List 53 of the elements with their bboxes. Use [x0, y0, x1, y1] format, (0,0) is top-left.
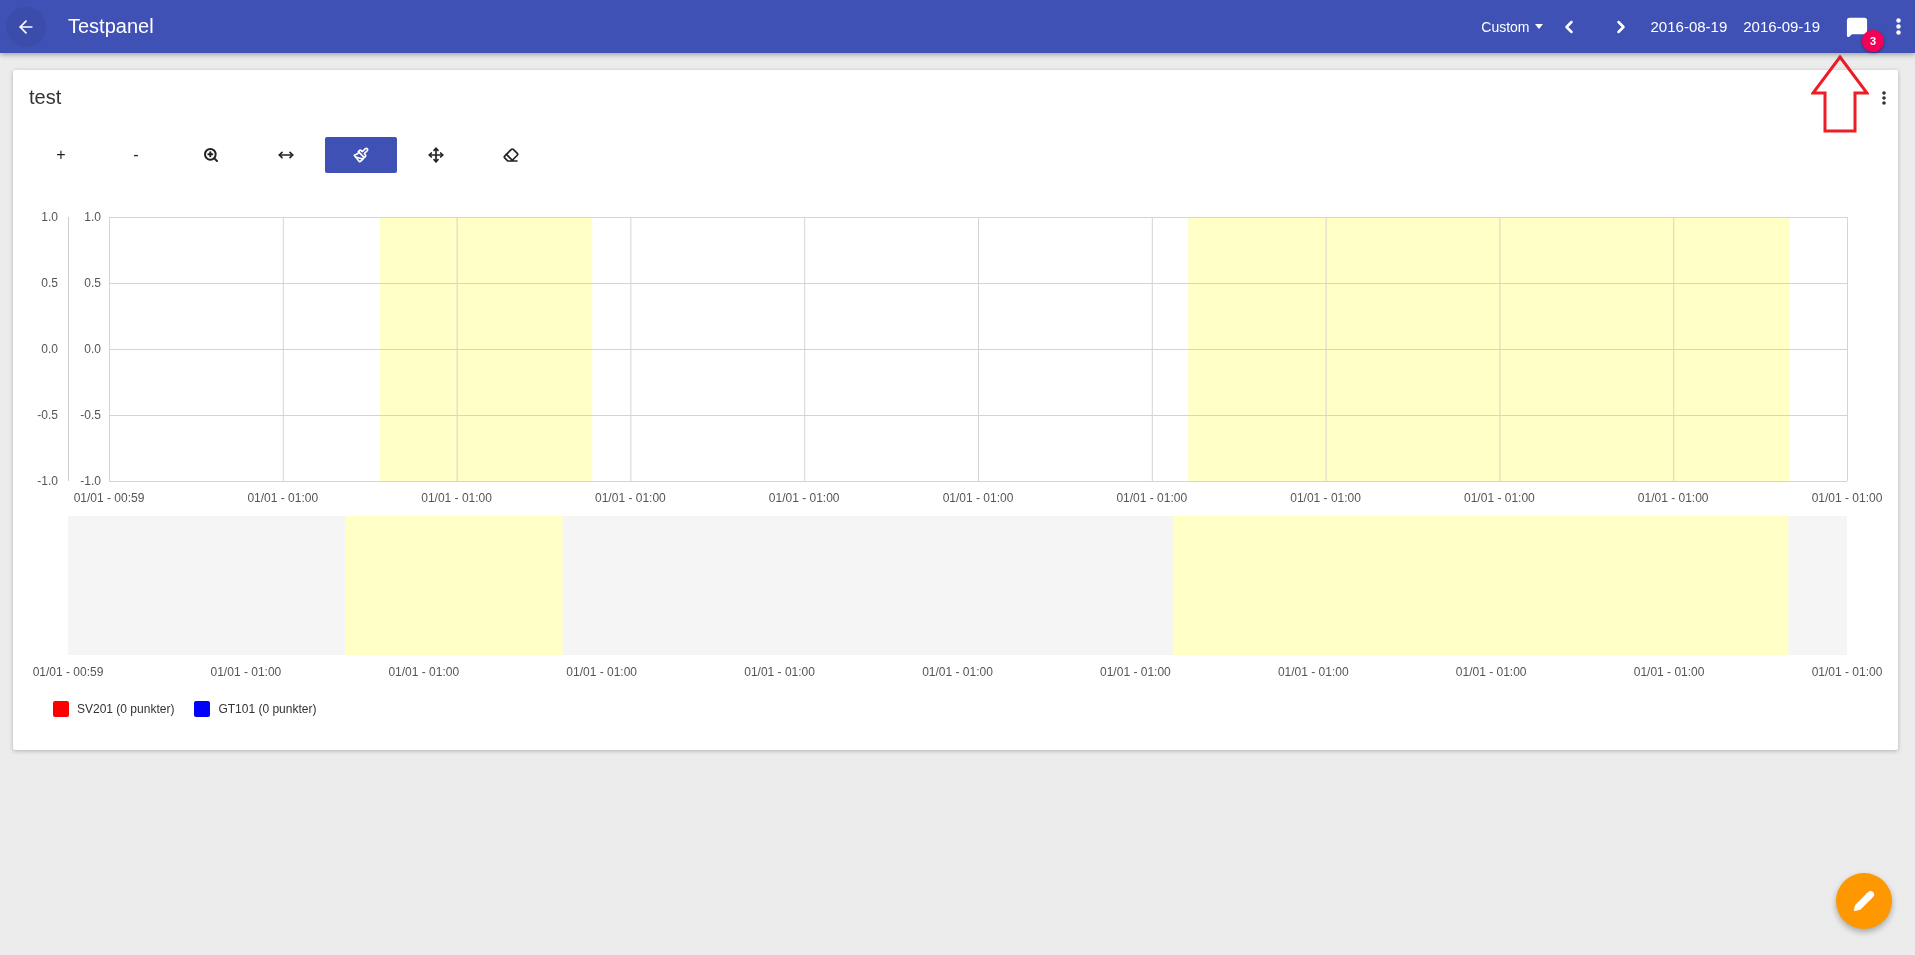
y-axis-label: 1.0: [84, 210, 101, 224]
x-axis-label: 01/01 - 01:00: [768, 491, 840, 505]
x-axis-label: 01/01 - 01:00: [247, 491, 319, 505]
x-axis-label: 01/01 - 01:00: [1811, 491, 1883, 505]
y-axis-label: 0.0: [84, 342, 101, 356]
legend-label: SV201 (0 punkter): [77, 702, 175, 716]
x-axis-label: 01/01 - 01:00: [1100, 665, 1171, 679]
move-icon: [428, 147, 444, 163]
x-axis-label: 01/01 - 01:00: [1811, 665, 1883, 679]
y-axis-label: -0.5: [37, 408, 58, 422]
back-button[interactable]: [6, 6, 46, 47]
x-axis-label: 01/01 - 01:00: [388, 665, 460, 679]
legend-label: GT101 (0 punkter): [218, 702, 317, 716]
end-date[interactable]: 2016-09-19: [1743, 18, 1820, 35]
x-axis-label: 01/01 - 01:00: [1277, 665, 1349, 679]
x-axis-label: 01/01 - 01:00: [1290, 491, 1361, 505]
x-axis-label: 01/01 - 01:00: [922, 665, 993, 679]
panel-menu-button[interactable]: [1882, 90, 1886, 105]
x-axis-label: 01/01 - 00:59: [32, 665, 104, 679]
y-axis-label: 0.5: [84, 276, 101, 290]
notification-badge: 3: [1862, 29, 1884, 52]
pencil-icon: [1853, 890, 1875, 912]
chart-tool-button[interactable]: -: [100, 137, 172, 173]
x-axis-label: 01/01 - 01:00: [1637, 491, 1709, 505]
more-icon: [1882, 90, 1886, 105]
y-axis-label: -1.0: [37, 474, 58, 488]
chat-icon: [1846, 15, 1868, 38]
y-axis-label: -0.5: [80, 408, 101, 422]
zoom-in-icon: [203, 147, 219, 163]
x-axis-label: 01/01 - 01:00: [210, 665, 282, 679]
x-axis-label: 01/01 - 00:59: [73, 491, 145, 505]
y-axis-label: 1.0: [41, 210, 58, 224]
eraser-icon: [503, 147, 519, 163]
chart-tool-button[interactable]: +: [25, 137, 97, 173]
x-axis-label: 01/01 - 01:00: [1116, 491, 1188, 505]
x-axis-label: 01/01 - 01:00: [744, 665, 815, 679]
x-axis-label: 01/01 - 01:00: [1464, 491, 1535, 505]
x-axis-label: 01/01 - 01:00: [1633, 665, 1705, 679]
x-axis-label: 01/01 - 01:00: [566, 665, 638, 679]
page-title: Testpanel: [68, 15, 155, 38]
x-axis-label: 01/01 - 01:00: [1455, 665, 1527, 679]
more-icon: [1896, 18, 1901, 35]
chart-tool-button[interactable]: [325, 137, 397, 173]
y-axis-label: 0.0: [41, 342, 58, 356]
start-date[interactable]: 2016-08-19: [1650, 18, 1728, 35]
brush-icon: [353, 147, 369, 163]
y-axis-label: 0.5: [41, 276, 58, 290]
x-axis-label: 01/01 - 01:00: [942, 491, 1014, 505]
x-axis-label: 01/01 - 01:00: [595, 491, 666, 505]
panel-title: test: [29, 86, 62, 109]
x-axis-label: 01/01 - 01:00: [421, 491, 492, 505]
range-preset-dropdown[interactable]: Custom: [1481, 18, 1543, 35]
y-axis-label: -1.0: [80, 474, 101, 488]
